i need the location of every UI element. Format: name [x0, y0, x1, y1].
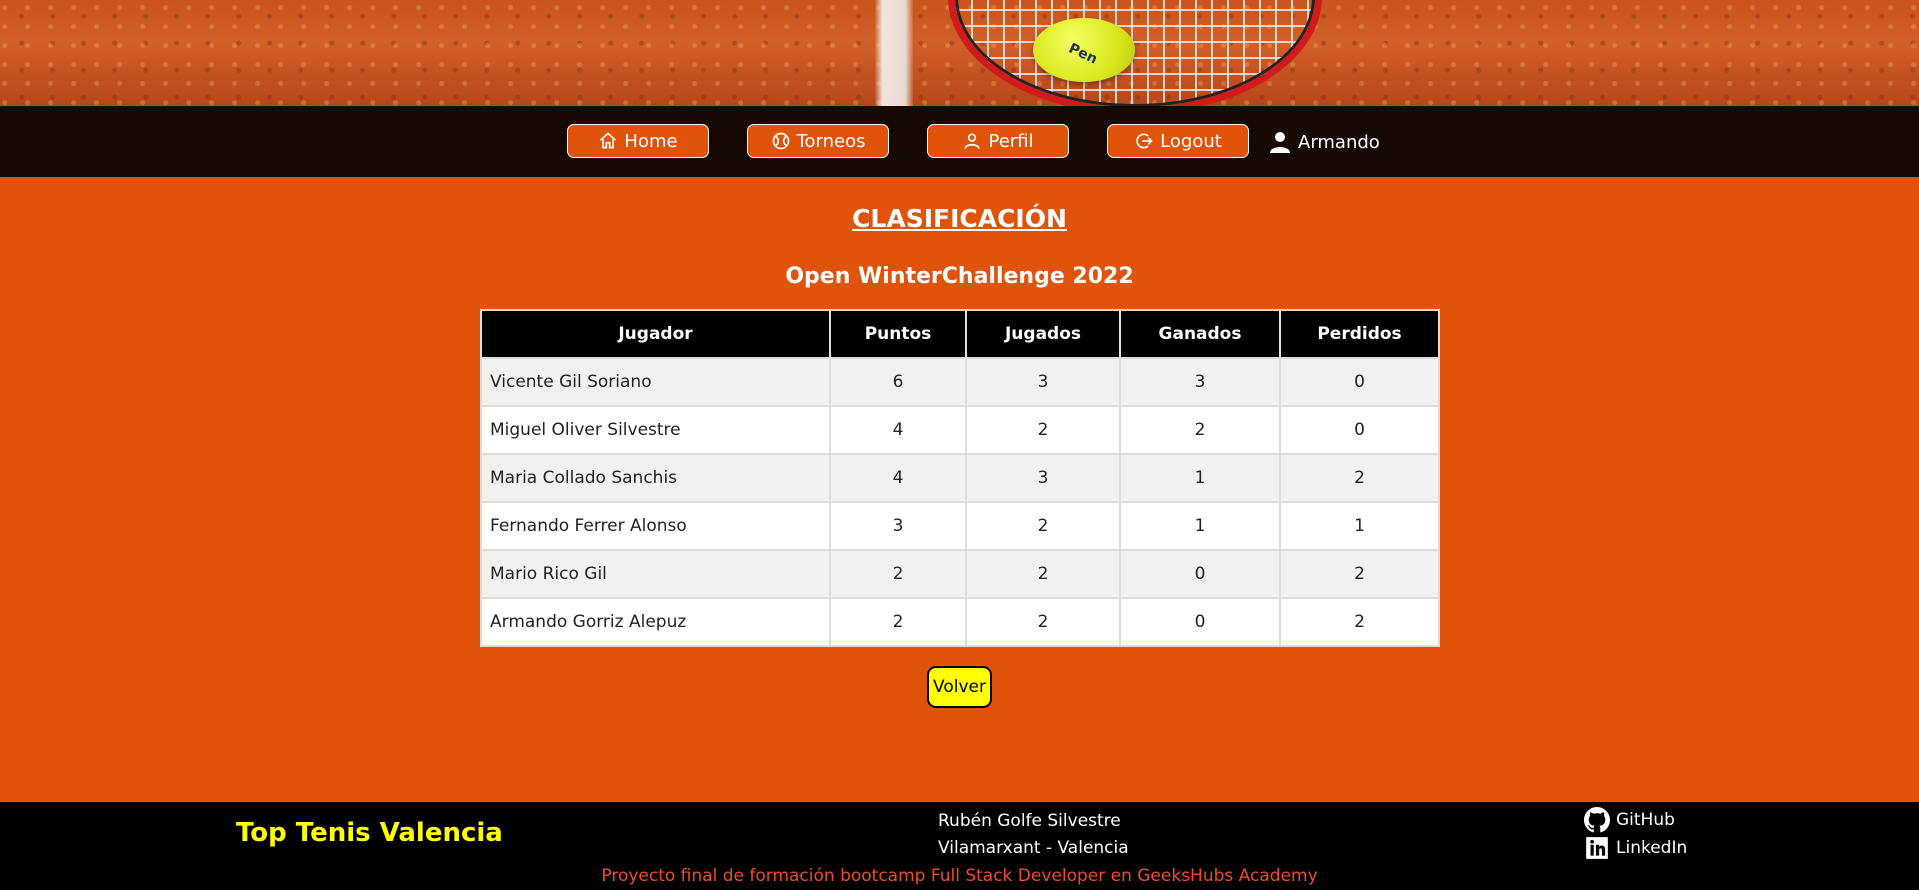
court-line: [875, 0, 913, 106]
tennis-ball-icon: [772, 132, 789, 150]
perfil-label: Perfil: [988, 130, 1034, 152]
table-row: Maria Collado Sanchis 4 3 1 2: [482, 455, 1438, 501]
home-icon: [600, 132, 617, 149]
puntos-cell: 4: [831, 455, 965, 501]
jugados-cell: 2: [967, 407, 1119, 453]
ganados-cell: 0: [1121, 599, 1279, 645]
home-button[interactable]: Home: [567, 124, 709, 158]
page-title: CLASIFICACIÓN: [852, 204, 1067, 233]
logout-button[interactable]: Logout: [1107, 124, 1249, 158]
user-info: Armando: [1270, 129, 1380, 155]
tournament-name: Open WinterChallenge 2022: [785, 264, 1134, 289]
footer-credit: Proyecto final de formación bootcamp Ful…: [601, 866, 1318, 886]
column-header-ganados: Ganados: [1121, 311, 1279, 357]
table-row: Vicente Gil Soriano 6 3 3 0: [482, 359, 1438, 405]
column-header-jugador: Jugador: [482, 311, 829, 357]
linkedin-link[interactable]: LinkedIn: [1584, 834, 1687, 862]
player-name: Mario Rico Gil: [482, 551, 829, 597]
author-location: Vilamarxant - Valencia: [938, 838, 1129, 858]
header-banner: Pen: [0, 0, 1919, 106]
github-icon: [1584, 807, 1610, 833]
jugados-cell: 3: [967, 359, 1119, 405]
ranking-table: Jugador Puntos Jugados Ganados Perdidos …: [480, 309, 1440, 647]
user-icon: [1270, 132, 1290, 153]
ganados-cell: 0: [1121, 551, 1279, 597]
column-header-puntos: Puntos: [831, 311, 965, 357]
username: Armando: [1298, 131, 1380, 153]
github-label: GitHub: [1616, 810, 1675, 830]
table-header-row: Jugador Puntos Jugados Ganados Perdidos: [482, 311, 1438, 357]
jugados-cell: 2: [967, 551, 1119, 597]
footer-brand: Top Tenis Valencia: [236, 818, 503, 848]
linkedin-label: LinkedIn: [1616, 838, 1688, 858]
perdidos-cell: 2: [1281, 599, 1438, 645]
perdidos-cell: 0: [1281, 359, 1438, 405]
ganados-cell: 1: [1121, 503, 1279, 549]
ganados-cell: 1: [1121, 455, 1279, 501]
ganados-cell: 2: [1121, 407, 1279, 453]
perdidos-cell: 2: [1281, 551, 1438, 597]
player-name: Fernando Ferrer Alonso: [482, 503, 829, 549]
player-name: Miguel Oliver Silvestre: [482, 407, 829, 453]
author-name: Rubén Golfe Silvestre: [938, 811, 1121, 831]
tennis-racket-image: [948, 0, 1322, 106]
logout-icon: [1136, 133, 1153, 149]
puntos-cell: 6: [831, 359, 965, 405]
table-row: Miguel Oliver Silvestre 4 2 2 0: [482, 407, 1438, 453]
puntos-cell: 3: [831, 503, 965, 549]
ganados-cell: 3: [1121, 359, 1279, 405]
footer-author: Rubén Golfe Silvestre Vilamarxant - Vale…: [938, 808, 1129, 862]
jugados-cell: 2: [967, 599, 1119, 645]
column-header-jugados: Jugados: [967, 311, 1119, 357]
table-row: Mario Rico Gil 2 2 0 2: [482, 551, 1438, 597]
puntos-cell: 2: [831, 551, 965, 597]
perfil-button[interactable]: Perfil: [927, 124, 1069, 158]
torneos-button[interactable]: Torneos: [747, 124, 889, 158]
player-name: Armando Gorriz Alepuz: [482, 599, 829, 645]
home-label: Home: [624, 130, 678, 152]
puntos-cell: 2: [831, 599, 965, 645]
person-icon: [964, 133, 980, 149]
jugados-cell: 3: [967, 455, 1119, 501]
player-name: Maria Collado Sanchis: [482, 455, 829, 501]
social-links: GitHub LinkedIn: [1584, 806, 1687, 862]
column-header-perdidos: Perdidos: [1281, 311, 1438, 357]
table-row: Fernando Ferrer Alonso 3 2 1 1: [482, 503, 1438, 549]
player-name: Vicente Gil Soriano: [482, 359, 829, 405]
github-link[interactable]: GitHub: [1584, 806, 1687, 834]
logout-label: Logout: [1160, 130, 1222, 152]
puntos-cell: 4: [831, 407, 965, 453]
volver-button[interactable]: Volver: [927, 666, 992, 708]
perdidos-cell: 1: [1281, 503, 1438, 549]
perdidos-cell: 2: [1281, 455, 1438, 501]
table-row: Armando Gorriz Alepuz 2 2 0 2: [482, 599, 1438, 645]
perdidos-cell: 0: [1281, 407, 1438, 453]
linkedin-icon: [1586, 837, 1608, 859]
torneos-label: Torneos: [796, 130, 866, 152]
jugados-cell: 2: [967, 503, 1119, 549]
